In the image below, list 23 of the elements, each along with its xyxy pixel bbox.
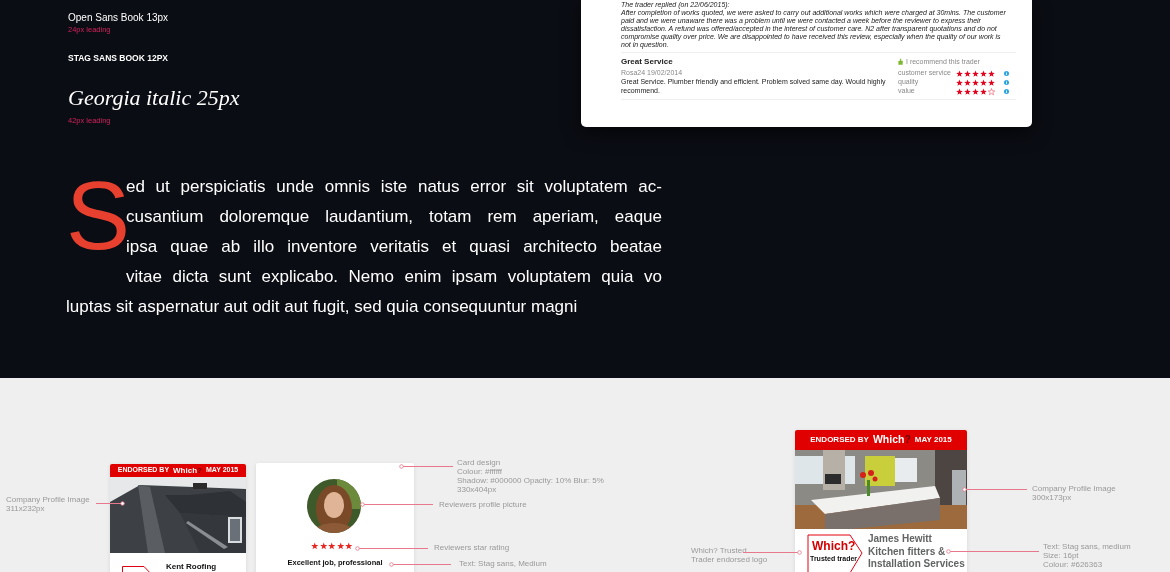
annotation-text: Text: Stag sans, Medium <box>459 559 547 568</box>
brand-logo: Which? <box>173 464 202 477</box>
annotation-text: Reviewers profile picture <box>439 500 527 509</box>
banner-text: ENDORSED BY <box>810 434 869 446</box>
leader-line <box>96 500 125 506</box>
annotation-text: Reviewers star rating <box>434 543 510 552</box>
font-sample: Open Sans Book 13px <box>68 12 170 24</box>
font-sample: STAG SANS BOOK 12PX <box>68 52 169 64</box>
annotation-text: Company Profile Image 300x173px <box>1032 484 1116 502</box>
font-sample: Georgia italic 25px <box>68 85 241 111</box>
brand-logo: Which? <box>872 432 911 448</box>
info-icon <box>1004 80 1009 85</box>
thumbs-up-icon <box>898 58 903 65</box>
leader-line <box>962 486 1027 492</box>
annotation-text: Company Profile Image 311x232px <box>6 495 90 513</box>
review-title: Great Service <box>621 57 674 67</box>
annotation-text: Card design Colour: #ffffff Shadow: #000000 Opacity: 10% Blur: 5% 330x404px <box>457 458 604 494</box>
company-name: James Hewitt Kitchen fitters & Installation Services <box>868 533 965 571</box>
annotation-text: Text: Stag sans, medium Size: 16pt Colour: #626363 <box>1043 542 1131 569</box>
company-name: Kent Roofing <box>166 562 217 571</box>
info-icon <box>1004 89 1009 94</box>
info-icon <box>1004 71 1009 76</box>
banner-text: MAY 2015 <box>914 434 952 446</box>
